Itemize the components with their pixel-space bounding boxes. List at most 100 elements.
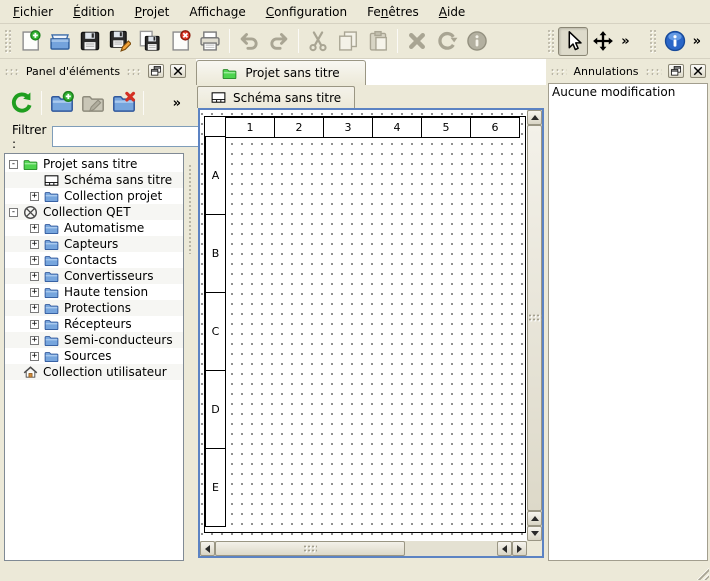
tree-item-capteurs[interactable]: +Capteurs	[5, 236, 183, 252]
paste-button[interactable]	[363, 27, 393, 56]
save-button[interactable]	[75, 27, 105, 56]
tree-item-label: Schéma sans titre	[64, 173, 172, 187]
toolbar-overflow-icon[interactable]: »	[618, 27, 632, 56]
elements-panel-title: Panel d'éléments	[26, 65, 120, 78]
tree-expander[interactable]: +	[30, 192, 39, 201]
filter-input[interactable]	[52, 126, 210, 147]
save-all-button[interactable]	[135, 27, 165, 56]
close-document-button[interactable]	[165, 27, 195, 56]
conductor-info-button[interactable]	[462, 27, 492, 56]
print-button[interactable]	[195, 27, 225, 56]
folder-delete-icon	[112, 91, 136, 115]
menu-affichage[interactable]: Affichage	[179, 0, 255, 23]
tree-item-sources[interactable]: +Sources	[5, 348, 183, 364]
cut-button[interactable]	[303, 27, 333, 56]
qet-icon	[23, 205, 38, 220]
open-document-button[interactable]	[45, 27, 75, 56]
scroll-up-button[interactable]	[527, 110, 542, 125]
toolbar-drag-handle[interactable]	[4, 29, 11, 53]
tree-expander[interactable]: -	[9, 160, 18, 169]
reload-collections-button[interactable]	[6, 88, 37, 119]
toolbar-drag-handle[interactable]	[547, 29, 554, 53]
undo-list-item[interactable]: Aucune modification	[549, 84, 707, 100]
tree-expander[interactable]: +	[30, 288, 39, 297]
tab-schema[interactable]: Schéma sans titre	[197, 86, 355, 108]
scroll-left-button-2[interactable]	[497, 541, 512, 556]
float-dock-button[interactable]	[668, 64, 684, 78]
scroll-left-button[interactable]	[200, 541, 215, 556]
toolbar-drag-handle[interactable]	[649, 29, 656, 53]
menu-projet[interactable]: Projet	[125, 0, 180, 23]
tree-item-haute-tension[interactable]: + Haute tension	[5, 284, 183, 300]
tree-item-collection-projet[interactable]: +Collection projet	[5, 188, 183, 204]
tree-expander[interactable]: +	[30, 256, 39, 265]
schema-canvas[interactable]: 123456 ABCDE	[200, 110, 527, 541]
tree-expander[interactable]: +	[30, 336, 39, 345]
undo-button[interactable]	[234, 27, 264, 56]
horizontal-scroll-thumb[interactable]	[215, 541, 405, 556]
new-category-button[interactable]	[46, 88, 77, 119]
delete-button[interactable]	[402, 27, 432, 56]
tree-item-projet-sans-titre[interactable]: -Projet sans titre	[5, 156, 183, 172]
filter-row: Filtrer :	[2, 123, 188, 150]
tree-expander[interactable]: +	[30, 224, 39, 233]
scroll-up-button-2[interactable]	[527, 511, 542, 526]
tree-item-label: Automatisme	[64, 221, 144, 235]
toolbar-overflow-icon[interactable]: »	[690, 27, 704, 56]
tree-item-automatisme[interactable]: + Automatisme	[5, 220, 183, 236]
tree-item-protections[interactable]: +Protections	[5, 300, 183, 316]
menu-aide[interactable]: Aide	[429, 0, 476, 23]
tree-item-label: Convertisseurs	[64, 269, 153, 283]
new-document-button[interactable]	[15, 27, 45, 56]
toolbar-separator	[229, 29, 230, 53]
scroll-track[interactable]	[405, 541, 497, 556]
scroll-down-button[interactable]	[527, 526, 542, 541]
tree-expander[interactable]: +	[30, 320, 39, 329]
folder-blue-icon	[44, 301, 59, 316]
rotate-button[interactable]	[432, 27, 462, 56]
menu-edition[interactable]: Édition	[63, 0, 125, 23]
save-as-button[interactable]	[105, 27, 135, 56]
scroll-right-button[interactable]	[512, 541, 527, 556]
resize-grip[interactable]	[695, 566, 709, 580]
refresh-icon	[10, 91, 34, 115]
close-dock-button[interactable]	[170, 64, 186, 78]
copy-button[interactable]	[333, 27, 363, 56]
menu-configuration[interactable]: Configuration	[256, 0, 357, 23]
tree-item-semi-conducteurs[interactable]: +Semi-conducteurs	[5, 332, 183, 348]
schema-icon	[44, 173, 59, 188]
tree-item-collection-utilisateur[interactable]: Collection utilisateur	[5, 364, 183, 380]
redo-button[interactable]	[264, 27, 294, 56]
edit-category-button[interactable]	[77, 88, 108, 119]
toolbar-group: »	[647, 24, 704, 58]
toolbar-separator	[397, 29, 398, 53]
row-header-c: C	[205, 292, 226, 371]
pan-mode-button[interactable]	[588, 27, 618, 56]
tree-item-schema-sans-titre[interactable]: Schéma sans titre	[5, 172, 183, 188]
menu-fenetres[interactable]: Fenêtres	[357, 0, 429, 23]
column-header-4: 4	[372, 117, 422, 138]
float-dock-button[interactable]	[148, 64, 164, 78]
tree-item-convertisseurs[interactable]: + Convertisseurs	[5, 268, 183, 284]
panel-toolbar-overflow-icon[interactable]: »	[170, 89, 184, 118]
tab-project[interactable]: Projet sans titre	[196, 60, 366, 85]
about-info-button[interactable]	[660, 27, 690, 56]
tree-expander[interactable]: +	[30, 352, 39, 361]
vertical-scroll-thumb[interactable]	[527, 125, 542, 511]
menu-fichier[interactable]: Fichier	[3, 0, 63, 23]
main-toolbar: »»	[0, 24, 710, 59]
tree-item-collection-qet[interactable]: -Collection QET	[5, 204, 183, 220]
tree-expander[interactable]: +	[30, 272, 39, 281]
select-mode-button[interactable]	[558, 27, 588, 56]
print-icon	[199, 30, 221, 52]
close-dock-button[interactable]	[690, 64, 706, 78]
vertical-scrollbar	[527, 110, 542, 541]
panel-splitter[interactable]	[188, 59, 196, 561]
tree-item-recepteurs[interactable]: +Récepteurs	[5, 316, 183, 332]
tree-expander[interactable]: +	[30, 304, 39, 313]
tree-expander[interactable]: +	[30, 240, 39, 249]
tree-expander[interactable]: -	[9, 208, 18, 217]
delete-category-button[interactable]	[108, 88, 139, 119]
tree-item-contacts[interactable]: +Contacts	[5, 252, 183, 268]
tree-item-label: Haute tension	[64, 285, 148, 299]
